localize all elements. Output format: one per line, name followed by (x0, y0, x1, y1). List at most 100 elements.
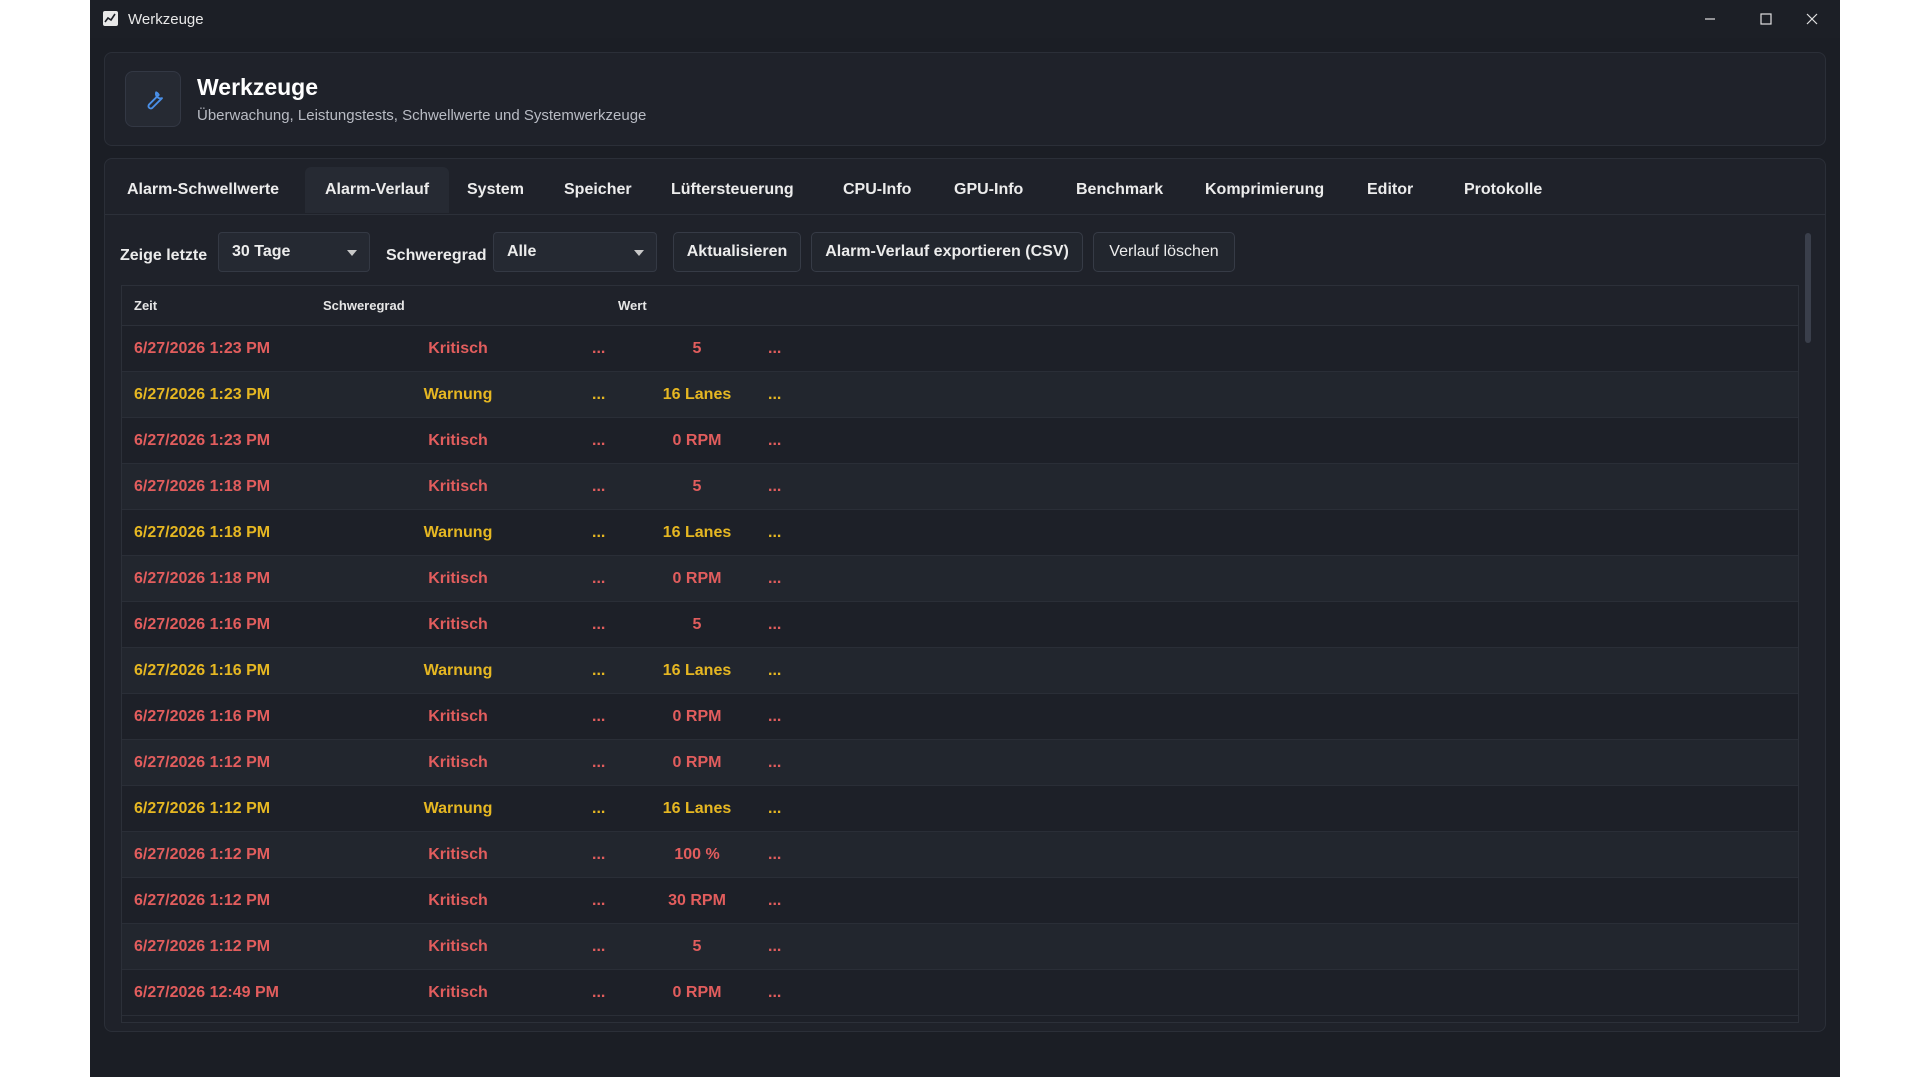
header-icon-tile (125, 71, 181, 127)
chevron-down-icon (347, 250, 357, 256)
cell-ellipsis: ... (592, 984, 606, 1001)
header-card: Werkzeuge Überwachung, Leistungstests, S… (104, 52, 1826, 146)
tab-gpu-info[interactable]: GPU-Info (934, 167, 1043, 213)
cell-time: 6/27/2026 1:16 PM (134, 616, 271, 633)
tab-komprimierung[interactable]: Komprimierung (1185, 167, 1344, 213)
cell-ellipsis: ... (768, 616, 782, 633)
cell-time: 6/27/2026 1:23 PM (134, 432, 271, 449)
cell-ellipsis: ... (592, 662, 606, 679)
cell-severity: Kritisch (428, 616, 488, 633)
tab-cpu-info[interactable]: CPU-Info (823, 167, 931, 213)
cell-ellipsis: ... (768, 754, 782, 771)
cell-value: 0 RPM (672, 754, 722, 771)
export-csv-button[interactable]: Alarm-Verlauf exportieren (CSV) (811, 232, 1083, 272)
tab-alarm-verlauf[interactable]: Alarm-Verlauf (305, 167, 450, 213)
cell-ellipsis: ... (592, 708, 606, 725)
cell-ellipsis: ... (592, 570, 606, 587)
cell-time: 6/27/2026 1:12 PM (134, 800, 271, 817)
cell-ellipsis: ... (592, 386, 606, 403)
severity-label: Schweregrad (386, 247, 487, 264)
cell-severity: Kritisch (428, 754, 488, 771)
tab-bar: Alarm-Schwellwerte Alarm-Verlauf System … (105, 159, 1825, 215)
cell-value: 16 Lanes (662, 800, 732, 817)
title-bar[interactable]: Werkzeuge (90, 0, 1840, 38)
cell-ellipsis: ... (768, 708, 782, 725)
cell-severity: Warnung (423, 662, 493, 679)
maximize-icon (1760, 13, 1772, 25)
cell-value: 5 (692, 616, 702, 633)
cell-severity: Warnung (423, 524, 493, 541)
table-row[interactable]: 6/27/2026 1:16 PM Kritisch... 0 RPM... (122, 694, 1798, 740)
table-row[interactable]: 6/27/2026 1:18 PM Kritisch... 0 RPM... (122, 556, 1798, 602)
cell-ellipsis: ... (768, 938, 782, 955)
cell-ellipsis: ... (592, 846, 606, 863)
time-range-dropdown[interactable]: 30 Tage (218, 232, 370, 272)
cell-value: 16 Lanes (662, 662, 732, 679)
cell-severity: Warnung (423, 800, 493, 817)
cell-ellipsis: ... (592, 478, 606, 495)
page-subtitle: Überwachung, Leistungstests, Schwellwert… (197, 107, 647, 124)
cell-severity: Kritisch (428, 892, 488, 909)
severity-dropdown[interactable]: Alle (493, 232, 657, 272)
cell-ellipsis: ... (592, 432, 606, 449)
cell-ellipsis: ... (592, 800, 606, 817)
cell-ellipsis: ... (768, 386, 782, 403)
cell-severity: Kritisch (428, 340, 488, 357)
cell-value: 0 RPM (672, 570, 722, 587)
table-row[interactable]: 6/27/2026 1:23 PM Kritisch... 0 RPM... (122, 418, 1798, 464)
cell-time: 6/27/2026 1:18 PM (134, 478, 271, 495)
cell-value: 16 Lanes (662, 386, 732, 403)
table-row[interactable]: 6/27/2026 1:16 PM Kritisch... 5... (122, 602, 1798, 648)
cell-time: 6/27/2026 12:49 PM (134, 984, 279, 1001)
app-window: Werkzeuge Werkzeuge Überwachung, Leistun… (90, 0, 1840, 1077)
cell-ellipsis: ... (768, 570, 782, 587)
tab-speicher[interactable]: Speicher (544, 167, 652, 213)
close-icon (1806, 13, 1818, 25)
table-row[interactable]: 6/27/2026 1:16 PM Warnung... 16 Lanes... (122, 648, 1798, 694)
table-row[interactable]: 6/27/2026 12:49 PM Kritisch... 0 RPM... (122, 970, 1798, 1016)
tab-alarm-schwellwerte[interactable]: Alarm-Schwellwerte (107, 167, 299, 213)
table-row[interactable]: 6/27/2026 1:18 PM Warnung... 16 Lanes... (122, 510, 1798, 556)
minimize-button[interactable] (1682, 0, 1738, 38)
table-row[interactable]: 6/27/2026 1:23 PM Warnung... 16 Lanes... (122, 372, 1798, 418)
cell-severity: Kritisch (428, 478, 488, 495)
column-header-zeit[interactable]: Zeit (134, 298, 157, 313)
table-row[interactable]: 6/27/2026 1:23 PM Kritisch... 5... (122, 326, 1798, 372)
close-button[interactable] (1784, 0, 1840, 38)
scrollbar[interactable] (1805, 233, 1811, 1021)
wrench-icon (147, 91, 163, 110)
table-row[interactable]: 6/27/2026 1:12 PM Warnung... 16 Lanes... (122, 786, 1798, 832)
cell-ellipsis: ... (768, 800, 782, 817)
table-row[interactable]: 6/27/2026 1:18 PM Kritisch... 5... (122, 464, 1798, 510)
alarm-history-table: Zeit Schweregrad Wert 6/27/2026 1:23 PM K… (121, 285, 1799, 1023)
app-logo-icon (103, 11, 118, 26)
tab-lueftersteuerung[interactable]: Lüftersteuerung (651, 167, 814, 213)
cell-value: 16 Lanes (662, 524, 732, 541)
tools-panel: Alarm-Schwellwerte Alarm-Verlauf System … (104, 158, 1826, 1032)
cell-time: 6/27/2026 1:16 PM (134, 662, 271, 679)
show-last-label: Zeige letzte (120, 247, 208, 264)
tab-system[interactable]: System (447, 167, 544, 213)
cell-time: 6/27/2026 1:18 PM (134, 570, 271, 587)
table-row[interactable]: 6/27/2026 1:12 PM Kritisch... 30 RPM... (122, 878, 1798, 924)
cell-time: 6/27/2026 1:23 PM (134, 386, 271, 403)
window-title: Werkzeuge (128, 11, 204, 28)
tab-editor[interactable]: Editor (1347, 167, 1433, 213)
cell-time: 6/27/2026 1:16 PM (134, 708, 271, 725)
tab-benchmark[interactable]: Benchmark (1056, 167, 1183, 213)
table-row[interactable]: 6/27/2026 1:12 PM Kritisch... 100 %... (122, 832, 1798, 878)
column-header-wert[interactable]: Wert (618, 298, 647, 313)
cell-ellipsis: ... (592, 616, 606, 633)
tab-protokolle[interactable]: Protokolle (1444, 167, 1562, 213)
table-row[interactable]: 6/27/2026 1:12 PM Kritisch... 0 RPM... (122, 740, 1798, 786)
refresh-button[interactable]: Aktualisieren (673, 232, 801, 272)
clear-history-button[interactable]: Verlauf löschen (1093, 232, 1235, 272)
cell-value: 5 (692, 938, 702, 955)
cell-ellipsis: ... (768, 846, 782, 863)
column-header-schweregrad[interactable]: Schweregrad (323, 298, 405, 313)
scroll-thumb[interactable] (1805, 233, 1811, 343)
cell-ellipsis: ... (592, 938, 606, 955)
cell-value: 5 (692, 340, 702, 357)
table-row[interactable]: 6/27/2026 1:12 PM Kritisch... 5... (122, 924, 1798, 970)
page-title: Werkzeuge (197, 74, 319, 100)
